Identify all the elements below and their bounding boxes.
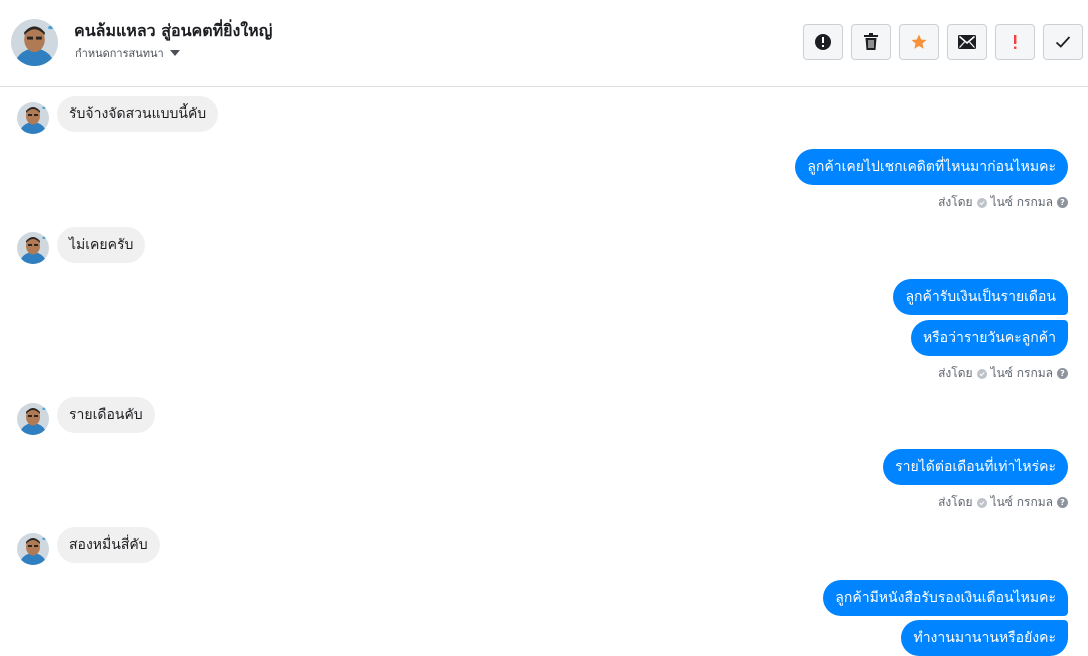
star-icon	[911, 34, 927, 49]
avatar[interactable]	[11, 19, 58, 66]
sent-by-info: ส่งโดย ไนซ์ กรกมล ?	[938, 193, 1068, 212]
outgoing-message[interactable]: ลูกค้ามีหนังสือรับรองเงินเดือนไหมคะ	[823, 580, 1068, 616]
outgoing-message[interactable]: ลูกค้ารับเงินเป็นรายเดือน	[893, 279, 1068, 315]
outgoing-message[interactable]: ทำงานมานานหรือยังคะ	[901, 620, 1068, 656]
sent-by-label: ส่งโดย	[938, 366, 973, 380]
checkmark-icon	[1055, 36, 1071, 48]
sent-by-agent[interactable]: ไนซ์ กรกมล	[991, 493, 1053, 512]
outgoing-message[interactable]: ลูกค้าเคยไปเชกเคดิตที่ไหนมาก่อนไหมคะ	[795, 149, 1068, 185]
incoming-message[interactable]: ไม่เคยครับ	[57, 227, 146, 263]
mark-unread-button[interactable]	[947, 24, 987, 60]
sent-by-agent[interactable]: ไนซ์ กรกมล	[991, 193, 1053, 212]
incoming-message[interactable]: สองหมื่นสี่คับ	[57, 527, 160, 563]
avatar	[17, 533, 49, 565]
outgoing-message[interactable]: รายได้ต่อเดือนที่เท่าไหร่คะ	[883, 449, 1068, 485]
sent-by-info: ส่งโดย ไนซ์ กรกมล ?	[938, 493, 1068, 512]
check-circle-icon	[976, 197, 987, 208]
help-icon[interactable]: ?	[1057, 497, 1068, 508]
sent-by-info: ส่งโดย ไนซ์ กรกมล ?	[938, 364, 1068, 383]
conversation-settings-label: กำหนดการสนทนา	[75, 47, 164, 60]
avatar	[17, 403, 49, 435]
alert-button[interactable]	[803, 24, 843, 60]
conversation-toolbar	[803, 24, 1083, 60]
check-circle-icon	[976, 368, 987, 379]
star-button[interactable]	[899, 24, 939, 60]
sent-by-label: ส่งโดย	[938, 195, 973, 209]
check-circle-icon	[976, 497, 987, 508]
help-icon[interactable]: ?	[1057, 368, 1068, 379]
conversation-header: คนล้มแหลว สู่อนคตที่ยิ่งใหญ่ กำหนดการสนท…	[0, 0, 1088, 87]
incoming-message[interactable]: รับจ้างจัดสวนแบบนี้คับ	[57, 96, 219, 132]
important-button[interactable]	[995, 24, 1035, 60]
trash-icon	[864, 33, 878, 50]
conversation-settings-dropdown[interactable]: กำหนดการสนทนา	[75, 44, 180, 62]
exclamation-circle-icon	[815, 34, 831, 50]
sent-by-agent[interactable]: ไนซ์ กรกมล	[991, 364, 1053, 383]
done-button[interactable]	[1043, 24, 1083, 60]
avatar	[17, 102, 49, 134]
caret-down-icon	[169, 50, 180, 56]
sent-by-label: ส่งโดย	[938, 495, 973, 509]
envelope-icon	[958, 35, 976, 49]
avatar	[17, 232, 49, 264]
outgoing-message[interactable]: หรือว่ารายวันคะลูกค้า	[910, 320, 1068, 356]
help-icon[interactable]: ?	[1057, 197, 1068, 208]
incoming-message[interactable]: รายเดือนคับ	[57, 397, 155, 433]
contact-name[interactable]: คนล้มแหลว สู่อนคตที่ยิ่งใหญ่	[74, 19, 272, 44]
exclamation-icon	[1014, 35, 1017, 49]
delete-button[interactable]	[851, 24, 891, 60]
